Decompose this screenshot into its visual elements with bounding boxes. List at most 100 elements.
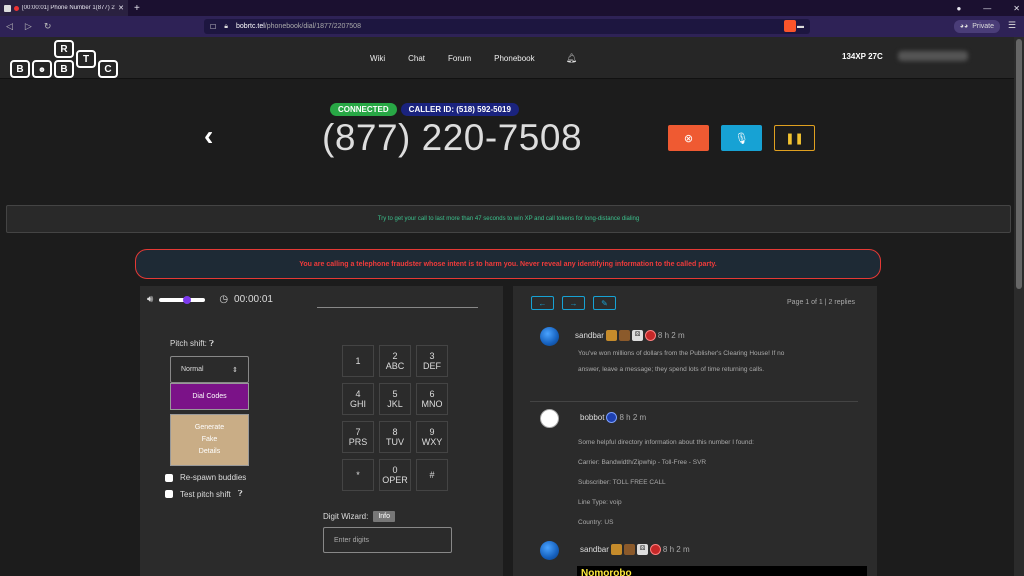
help-icon[interactable]: ❓︎ [209, 339, 214, 348]
back-arrow-icon[interactable]: ‹ [204, 120, 213, 152]
url-bar[interactable]: ☐ 🔒︎ bobrtc.tel/phonebook/dial/1877/2207… [204, 19, 810, 34]
post-username[interactable]: bobbot [580, 413, 604, 422]
favicon-icon [4, 4, 11, 12]
key-5[interactable]: 5 JKL [379, 383, 411, 415]
generate-fake-details-button[interactable]: Generate Fake Details [170, 414, 249, 466]
camera-icon[interactable]: ▬ [797, 23, 804, 30]
key-8[interactable]: 8 TUV [379, 421, 411, 453]
bookmark-icon[interactable]: ☐ [210, 23, 216, 31]
close-tab-icon[interactable]: ✕ [118, 4, 124, 12]
logo-letter: B [54, 60, 74, 78]
site-logo[interactable]: B R ☻ B T C [10, 40, 120, 78]
key-2[interactable]: 2 ABC [379, 345, 411, 377]
avatar[interactable] [540, 327, 559, 346]
mic-icon: 🎙︎ [734, 132, 749, 145]
username-blurred[interactable] [898, 51, 968, 61]
new-tab-button[interactable]: + [134, 3, 140, 14]
post-line: Carrier: Bandwidth/Zipwhip - Toll-Free -… [578, 459, 707, 466]
logo-letter: T [76, 50, 96, 68]
mic-button[interactable]: 🎙︎ [721, 125, 762, 151]
avatar[interactable] [540, 541, 559, 560]
key-6[interactable]: 6 MNO [416, 383, 448, 415]
respawn-label: Re-spawn buddies [180, 473, 247, 482]
url-path: /phonebook/dial/1877/2207508 [264, 23, 361, 30]
key-1[interactable]: 1 [342, 345, 374, 377]
fraud-warning: You are calling a telephone fraudster wh… [135, 249, 881, 279]
post-line: answer, leave a message; they spend lots… [578, 366, 765, 373]
edit-icon: ✎ [601, 298, 608, 308]
post-username[interactable]: sandbar [575, 331, 604, 340]
nav-wiki[interactable]: Wiki [370, 54, 385, 63]
volume-knob[interactable] [183, 295, 192, 304]
pitch-shift-select[interactable]: Normal ⇕ [170, 356, 249, 383]
checkbox-box[interactable] [165, 490, 173, 498]
deer-icon [618, 330, 630, 341]
checkbox-box[interactable] [165, 473, 173, 482]
pitch-shift-value: Normal [181, 366, 204, 373]
info-tip: Try to get your call to last more than 4… [6, 205, 1011, 233]
test-pitch-checkbox[interactable]: Test pitch shift ❓︎ [165, 489, 243, 499]
browser-tab[interactable]: [00:00:01] Phone Number 1(877) 220-7508 … [0, 0, 128, 16]
forward-icon[interactable]: ▷ [25, 21, 32, 32]
key-digit: 8 [392, 427, 398, 437]
post-age: 8 h 2 m [662, 545, 690, 554]
post-divider [530, 401, 858, 402]
window-close-icon[interactable]: ✕ [1013, 4, 1020, 13]
key-hash[interactable]: # [416, 459, 448, 491]
nav-forum[interactable]: Forum [448, 54, 471, 63]
volume-slider[interactable] [159, 295, 206, 304]
back-icon[interactable]: ◁ [6, 21, 13, 32]
volume-icon[interactable]: 🔊︎ [147, 294, 153, 305]
window-menu-icon[interactable]: ● [956, 4, 961, 13]
nomorobo-banner: Nomorobo [577, 566, 867, 576]
pause-button[interactable]: ❚❚ [774, 125, 815, 151]
key-digit: 9 [429, 427, 435, 437]
browser-menu-icon[interactable]: ☰ [1008, 20, 1016, 31]
dial-codes-button[interactable]: Dial Codes [170, 383, 249, 410]
key-digit: 0 [392, 465, 398, 475]
avatar[interactable] [540, 409, 559, 428]
reload-icon[interactable]: ↻ [44, 21, 52, 32]
key-digit: 3 [429, 351, 435, 361]
respawn-checkbox[interactable]: Re-spawn buddies [165, 473, 246, 482]
help-icon[interactable]: ❓︎ [238, 489, 243, 499]
key-7[interactable]: 7 PRS [342, 421, 374, 453]
key-digit: 7 [355, 427, 361, 437]
digits-input[interactable]: Enter digits [323, 527, 452, 553]
key-9[interactable]: 9 WXY [416, 421, 448, 453]
scrollbar-thumb[interactable] [1016, 39, 1022, 289]
dice-icon: ⚄ [631, 330, 643, 341]
key-3[interactable]: 3 DEF [416, 345, 448, 377]
nav-phonebook[interactable]: Phonebook [494, 54, 534, 63]
post-line: Some helpful directory information about… [578, 439, 754, 446]
edit-button[interactable]: ✎ [593, 296, 616, 310]
minimize-icon[interactable]: — [983, 4, 991, 13]
replies-panel: ← → ✎ Page 1 of 1 | 2 replies sandbar ⚄ … [513, 286, 877, 576]
next-page-button[interactable]: → [562, 296, 585, 310]
crown-icon [610, 544, 622, 555]
page-scrollbar[interactable] [1014, 37, 1024, 576]
key-digit: 6 [429, 389, 435, 399]
post-author: sandbar ⚄ 8 h 2 m [575, 330, 685, 341]
bell-icon[interactable]: 🔔︎ [566, 53, 577, 64]
post-username[interactable]: sandbar [580, 545, 609, 554]
logo-letter: C [98, 60, 118, 78]
key-digit: 4 [355, 389, 361, 399]
key-0[interactable]: 0 OPER [379, 459, 411, 491]
key-4[interactable]: 4 GHI [342, 383, 374, 415]
private-label: Private [972, 23, 994, 30]
generate-fake-line: Details [198, 448, 221, 455]
key-star[interactable]: * [342, 459, 374, 491]
private-button[interactable]: ◕◕ Private [953, 20, 1000, 33]
key-letters: ABC [385, 361, 405, 371]
hangup-button[interactable]: ⊗ [668, 125, 709, 151]
test-pitch-label: Test pitch shift [180, 489, 231, 499]
key-digit: 2 [392, 351, 398, 361]
connected-badge: CONNECTED [330, 103, 397, 116]
nav-chat[interactable]: Chat [408, 54, 425, 63]
post-author: sandbar ⚄ 8 h 2 m [580, 544, 690, 555]
prev-page-button[interactable]: ← [531, 296, 554, 310]
post-age: 8 h 2 m [619, 413, 647, 422]
brave-shield-icon[interactable] [784, 20, 796, 32]
info-button[interactable]: Info [373, 511, 396, 522]
